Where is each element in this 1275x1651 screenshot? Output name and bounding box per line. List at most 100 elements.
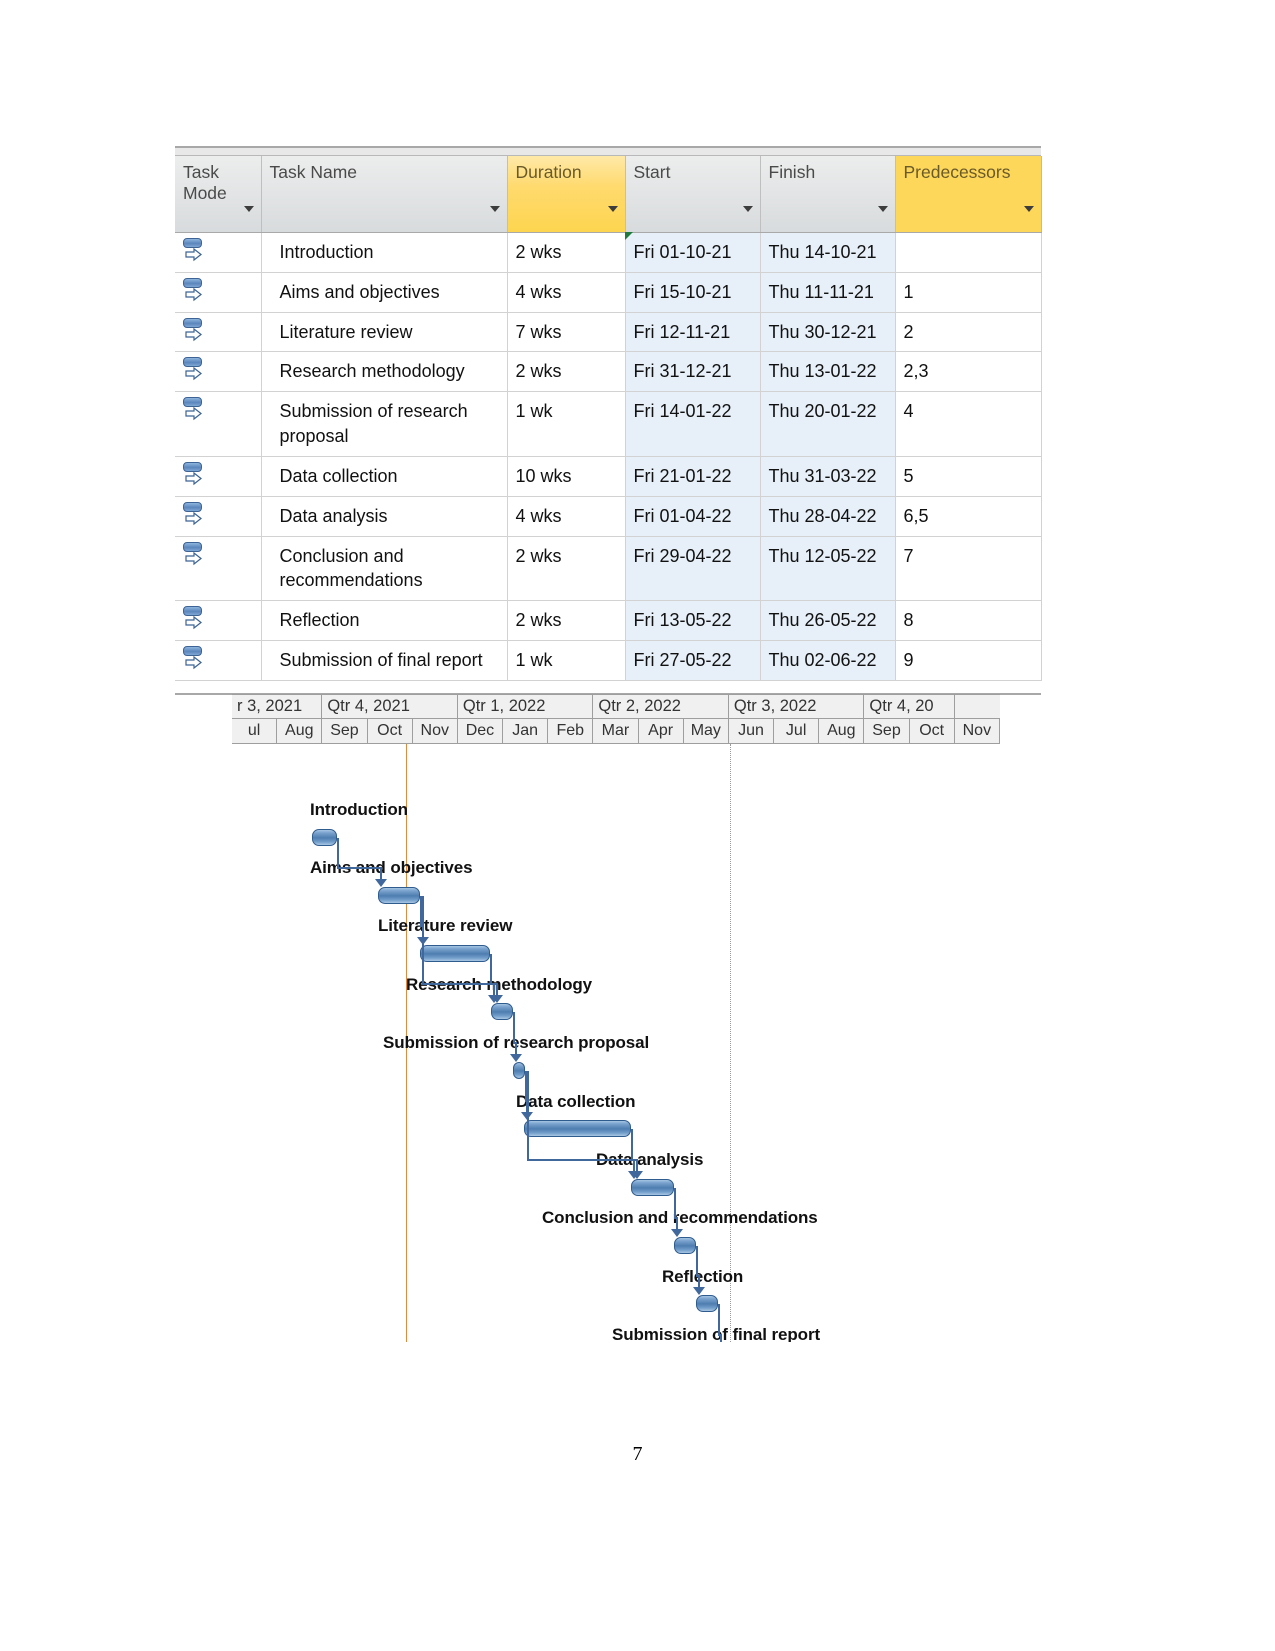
table-row[interactable]: Submission of final report 1 wk Fri 27-05-… [175, 640, 1042, 681]
table-row[interactable]: Conclusion and recommendations 2 wks Fri 2… [175, 536, 1042, 602]
cell-start[interactable]: Fri 12-11-21 [625, 312, 761, 353]
cell-task-mode[interactable] [175, 312, 262, 353]
cell-task-mode[interactable] [175, 640, 262, 681]
cell-task-mode[interactable] [175, 272, 262, 313]
timescale-month-cell: Feb [548, 719, 594, 743]
timescale-quarter-cell: Qtr 1, 2022 [457, 695, 594, 718]
column-header-predecessors[interactable]: Predecessors [895, 156, 1042, 233]
table-row[interactable]: Literature review 7 wks Fri 12-11-21 Thu 30… [175, 312, 1042, 353]
cell-duration[interactable]: 2 wks [507, 536, 626, 602]
cell-start[interactable]: Fri 14-01-22 [625, 391, 761, 457]
cell-start[interactable]: Fri 27-05-22 [625, 640, 761, 681]
filter-dropdown-icon-predecessors[interactable] [1023, 206, 1034, 212]
cell-task-mode[interactable] [175, 456, 262, 497]
gantt-task-bar[interactable] [674, 1237, 696, 1254]
filter-dropdown-icon-start[interactable] [742, 206, 753, 212]
gantt-task-bar[interactable] [524, 1120, 631, 1137]
cell-finish[interactable]: Thu 02-06-22 [760, 640, 896, 681]
table-row[interactable]: Research methodology 2 wks Fri 31-12-21 Thu… [175, 351, 1042, 393]
cell-predecessors[interactable]: 4 [895, 391, 1042, 457]
cell-start[interactable]: Fri 13-05-22 [625, 600, 761, 642]
cell-predecessors[interactable] [895, 232, 1042, 273]
timescale-month-cell: Oct [909, 719, 955, 743]
cell-duration[interactable]: 4 wks [507, 272, 626, 313]
cell-start[interactable]: Fri 29-04-22 [625, 536, 761, 602]
filter-dropdown-icon-finish[interactable] [877, 206, 888, 212]
cell-start[interactable]: Fri 21-01-22 [625, 456, 761, 497]
cell-task-mode[interactable] [175, 496, 262, 537]
table-row[interactable]: Submission of research proposal 1 wk Fri 1… [175, 391, 1042, 457]
cell-task-name[interactable]: Literature review [261, 312, 508, 353]
gantt-task-bar[interactable] [696, 1295, 718, 1312]
column-header-start-label: Start [633, 162, 671, 182]
cell-task-name[interactable]: Data analysis [261, 496, 508, 537]
cell-predecessors[interactable]: 1 [895, 272, 1042, 313]
cell-task-name[interactable]: Introduction [261, 232, 508, 273]
cell-task-name[interactable]: Aims and objectives [261, 272, 508, 313]
cell-task-name[interactable]: Submission of final report [261, 640, 508, 681]
gantt-task-bar[interactable] [513, 1062, 525, 1079]
cell-start[interactable]: Fri 15-10-21 [625, 272, 761, 313]
filter-dropdown-icon-task-mode[interactable] [243, 206, 254, 212]
cell-duration[interactable]: 1 wk [507, 640, 626, 681]
table-row[interactable]: Aims and objectives 4 wks Fri 15-10-21 Thu … [175, 272, 1042, 313]
cell-finish[interactable]: Thu 28-04-22 [760, 496, 896, 537]
cell-predecessors[interactable]: 2 [895, 312, 1042, 353]
gantt-task-bar[interactable] [312, 829, 337, 846]
start-date-value: Fri 14-01-22 [633, 401, 732, 422]
column-header-start[interactable]: Start [625, 156, 761, 233]
gantt-link-line [718, 1304, 720, 1334]
cell-predecessors[interactable]: 5 [895, 456, 1042, 497]
cell-predecessors[interactable]: 2,3 [895, 351, 1042, 393]
cell-duration[interactable]: 1 wk [507, 391, 626, 457]
cell-task-name[interactable]: Submission of research proposal [261, 391, 508, 457]
column-header-duration[interactable]: Duration [507, 156, 626, 233]
cell-predecessors[interactable]: 6,5 [895, 496, 1042, 537]
gantt-task-bar[interactable] [420, 945, 490, 962]
timescale-month-cell: ul [232, 719, 278, 743]
cell-task-mode[interactable] [175, 232, 262, 273]
column-header-task-name[interactable]: Task Name [261, 156, 508, 233]
cell-task-name[interactable]: Research methodology [261, 351, 508, 393]
gantt-task-bar[interactable] [631, 1179, 674, 1196]
gantt-link-line [490, 954, 492, 983]
cell-finish[interactable]: Thu 26-05-22 [760, 600, 896, 642]
column-header-task-mode[interactable]: Task Mode [175, 156, 262, 233]
cell-finish[interactable]: Thu 13-01-22 [760, 351, 896, 393]
cell-duration[interactable]: 10 wks [507, 456, 626, 497]
cell-predecessors[interactable]: 8 [895, 600, 1042, 642]
cell-start[interactable]: Fri 01-04-22 [625, 496, 761, 537]
cell-task-mode[interactable] [175, 351, 262, 393]
cell-task-mode[interactable] [175, 600, 262, 642]
cell-start[interactable]: Fri 01-10-21 [624, 232, 761, 273]
filter-dropdown-icon-duration[interactable] [607, 206, 618, 212]
table-row[interactable]: Reflection 2 wks Fri 13-05-22 Thu 26-05-22 8 [175, 600, 1042, 642]
cell-predecessors[interactable]: 9 [895, 640, 1042, 681]
cell-finish[interactable]: Thu 31-03-22 [760, 456, 896, 497]
cell-duration[interactable]: 2 wks [507, 600, 626, 642]
filter-dropdown-icon-task-name[interactable] [489, 206, 500, 212]
cell-duration[interactable]: 7 wks [507, 312, 626, 353]
cell-task-mode[interactable] [175, 391, 262, 457]
manually-scheduled-icon [182, 645, 208, 671]
cell-predecessors[interactable]: 7 [895, 536, 1042, 602]
column-header-finish[interactable]: Finish [760, 156, 896, 233]
cell-task-name[interactable]: Reflection [261, 600, 508, 642]
cell-task-name[interactable]: Conclusion and recommendations [261, 536, 508, 602]
cell-finish[interactable]: Thu 20-01-22 [760, 391, 896, 457]
cell-task-name[interactable]: Data collection [261, 456, 508, 497]
table-row[interactable]: Introduction 2 wks Fri 01-10-21 Thu 14-10-2… [175, 232, 1042, 273]
cell-finish[interactable]: Thu 14-10-21 [760, 232, 896, 273]
cell-duration[interactable]: 4 wks [507, 496, 626, 537]
cell-start[interactable]: Fri 31-12-21 [625, 351, 761, 393]
cell-task-mode[interactable] [175, 536, 262, 602]
cell-duration[interactable]: 2 wks [507, 232, 626, 273]
cell-finish[interactable]: Thu 12-05-22 [760, 536, 896, 602]
table-row[interactable]: Data collection 10 wks Fri 21-01-22 Thu 31-… [175, 456, 1042, 497]
gantt-task-bar[interactable] [378, 887, 420, 904]
cell-finish[interactable]: Thu 30-12-21 [760, 312, 896, 353]
cell-finish[interactable]: Thu 11-11-21 [760, 272, 896, 313]
table-row[interactable]: Data analysis 4 wks Fri 01-04-22 Thu 28-04-… [175, 496, 1042, 537]
gantt-task-bar[interactable] [491, 1003, 513, 1020]
cell-duration[interactable]: 2 wks [507, 351, 626, 393]
